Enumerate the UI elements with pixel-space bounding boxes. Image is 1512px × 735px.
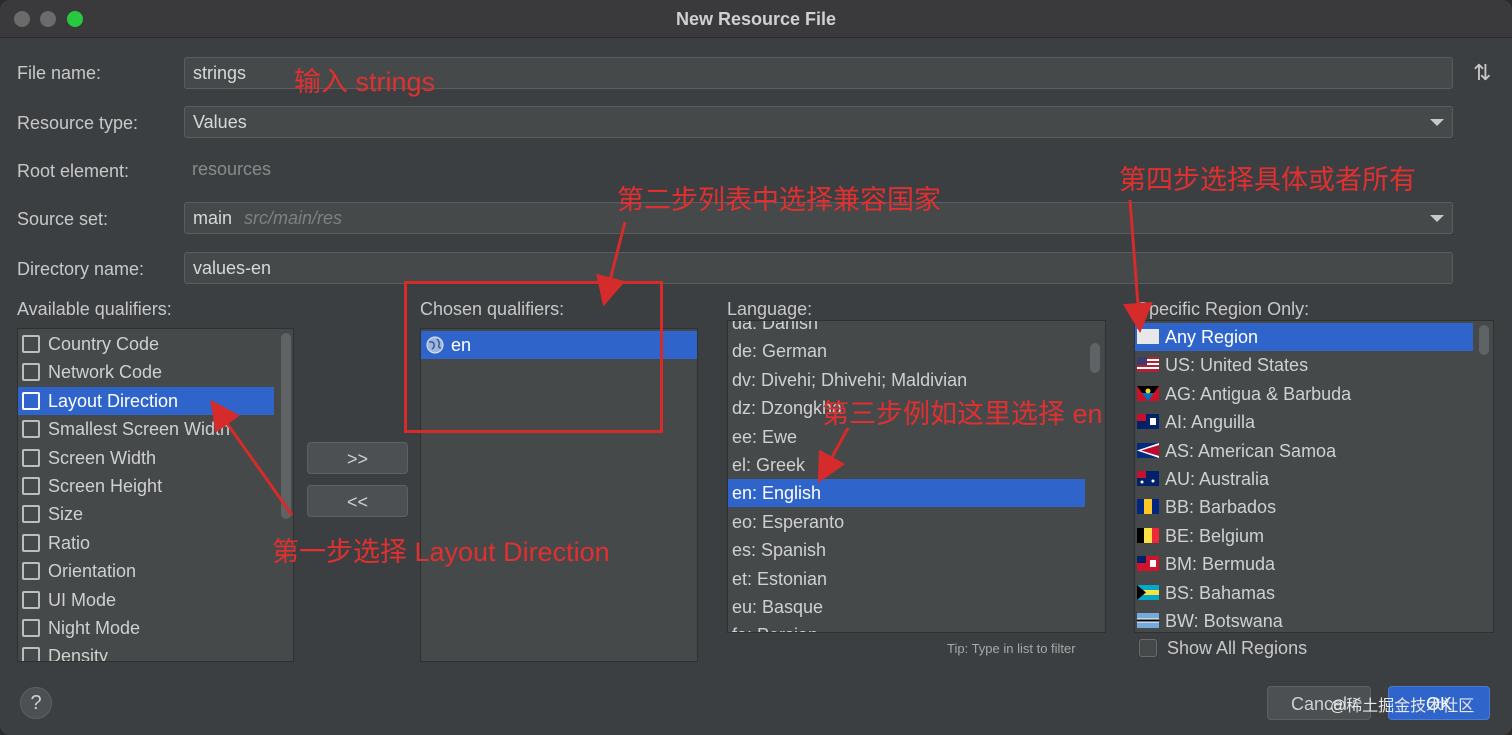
- new-resource-file-dialog: New Resource File File name: strings ⇅ R…: [0, 0, 1512, 735]
- arrow-step4: [1122, 199, 1153, 333]
- arrow-step1: [210, 399, 294, 516]
- arrow-step3: [817, 427, 850, 484]
- annotation-arrows: [210, 199, 1153, 516]
- arrow-step2: [596, 221, 627, 307]
